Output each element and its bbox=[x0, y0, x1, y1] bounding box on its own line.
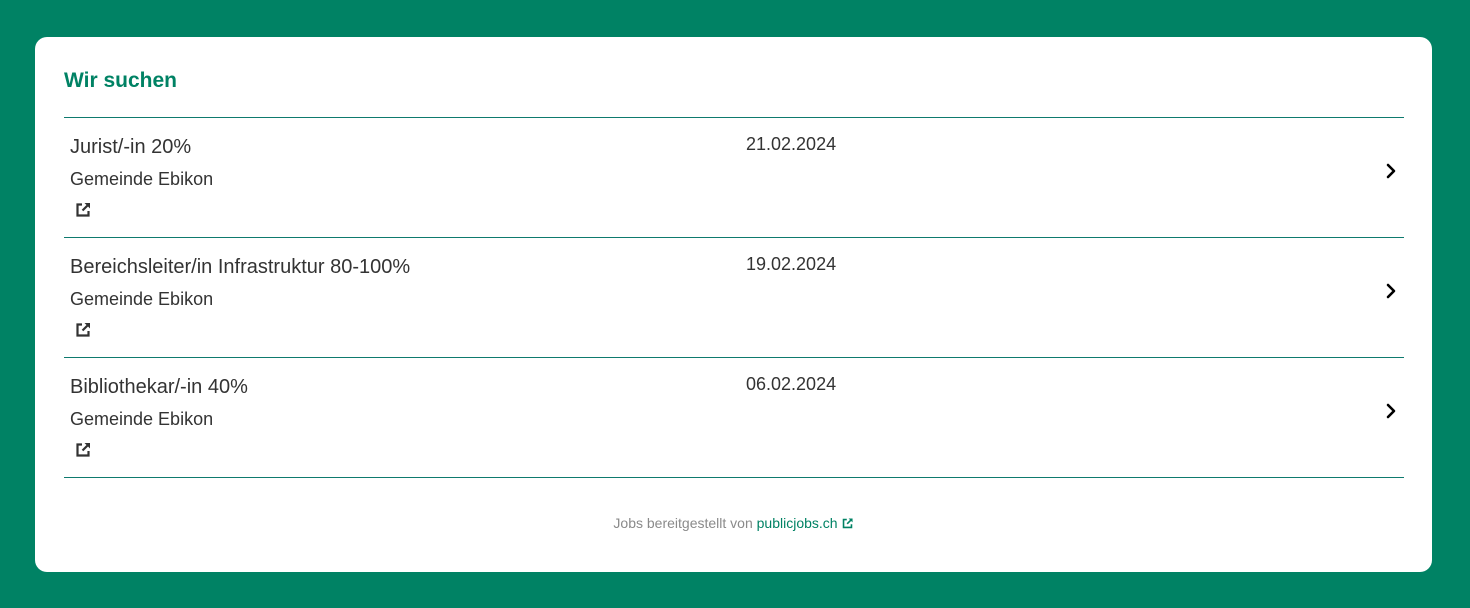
job-list: Jurist/-in 20% Gemeinde Ebikon 21.02.202… bbox=[64, 117, 1404, 478]
job-organization: Gemeinde Ebikon bbox=[70, 409, 214, 429]
chevron-right-icon[interactable] bbox=[1384, 282, 1398, 300]
job-row[interactable]: Jurist/-in 20% Gemeinde Ebikon 21.02.202… bbox=[64, 118, 1404, 238]
footer-credit: Jobs bereitgestellt von publicjobs.ch bbox=[35, 514, 1432, 532]
chevron-right-icon[interactable] bbox=[1384, 162, 1398, 180]
jobs-card: Wir suchen Jurist/-in 20% Gemeinde Ebiko… bbox=[35, 37, 1432, 572]
publicjobs-link-label[interactable]: publicjobs.ch bbox=[757, 515, 838, 531]
job-title[interactable]: Jurist/-in 20% bbox=[70, 135, 191, 159]
job-title[interactable]: Bereichsleiter/in Infrastruktur 80-100% bbox=[70, 255, 410, 279]
job-date: 06.02.2024 bbox=[746, 374, 837, 394]
job-title[interactable]: Bibliothekar/-in 40% bbox=[70, 375, 248, 399]
job-row[interactable]: Bibliothekar/-in 40% Gemeinde Ebikon 06.… bbox=[64, 358, 1404, 478]
job-date: 21.02.2024 bbox=[746, 134, 837, 154]
job-row[interactable]: Bereichsleiter/in Infrastruktur 80-100% … bbox=[64, 238, 1404, 358]
external-link-icon[interactable] bbox=[74, 441, 92, 459]
section-title: Wir suchen bbox=[64, 69, 177, 92]
job-organization: Gemeinde Ebikon bbox=[70, 289, 214, 309]
external-link-icon[interactable] bbox=[74, 321, 92, 339]
job-date: 19.02.2024 bbox=[746, 254, 837, 274]
job-organization: Gemeinde Ebikon bbox=[70, 169, 214, 189]
external-link-icon[interactable] bbox=[74, 201, 92, 219]
chevron-right-icon[interactable] bbox=[1384, 402, 1398, 420]
external-link-icon[interactable] bbox=[841, 517, 854, 530]
footer-prefix: Jobs bereitgestellt von bbox=[613, 515, 753, 531]
publicjobs-link[interactable]: publicjobs.ch bbox=[757, 515, 854, 531]
